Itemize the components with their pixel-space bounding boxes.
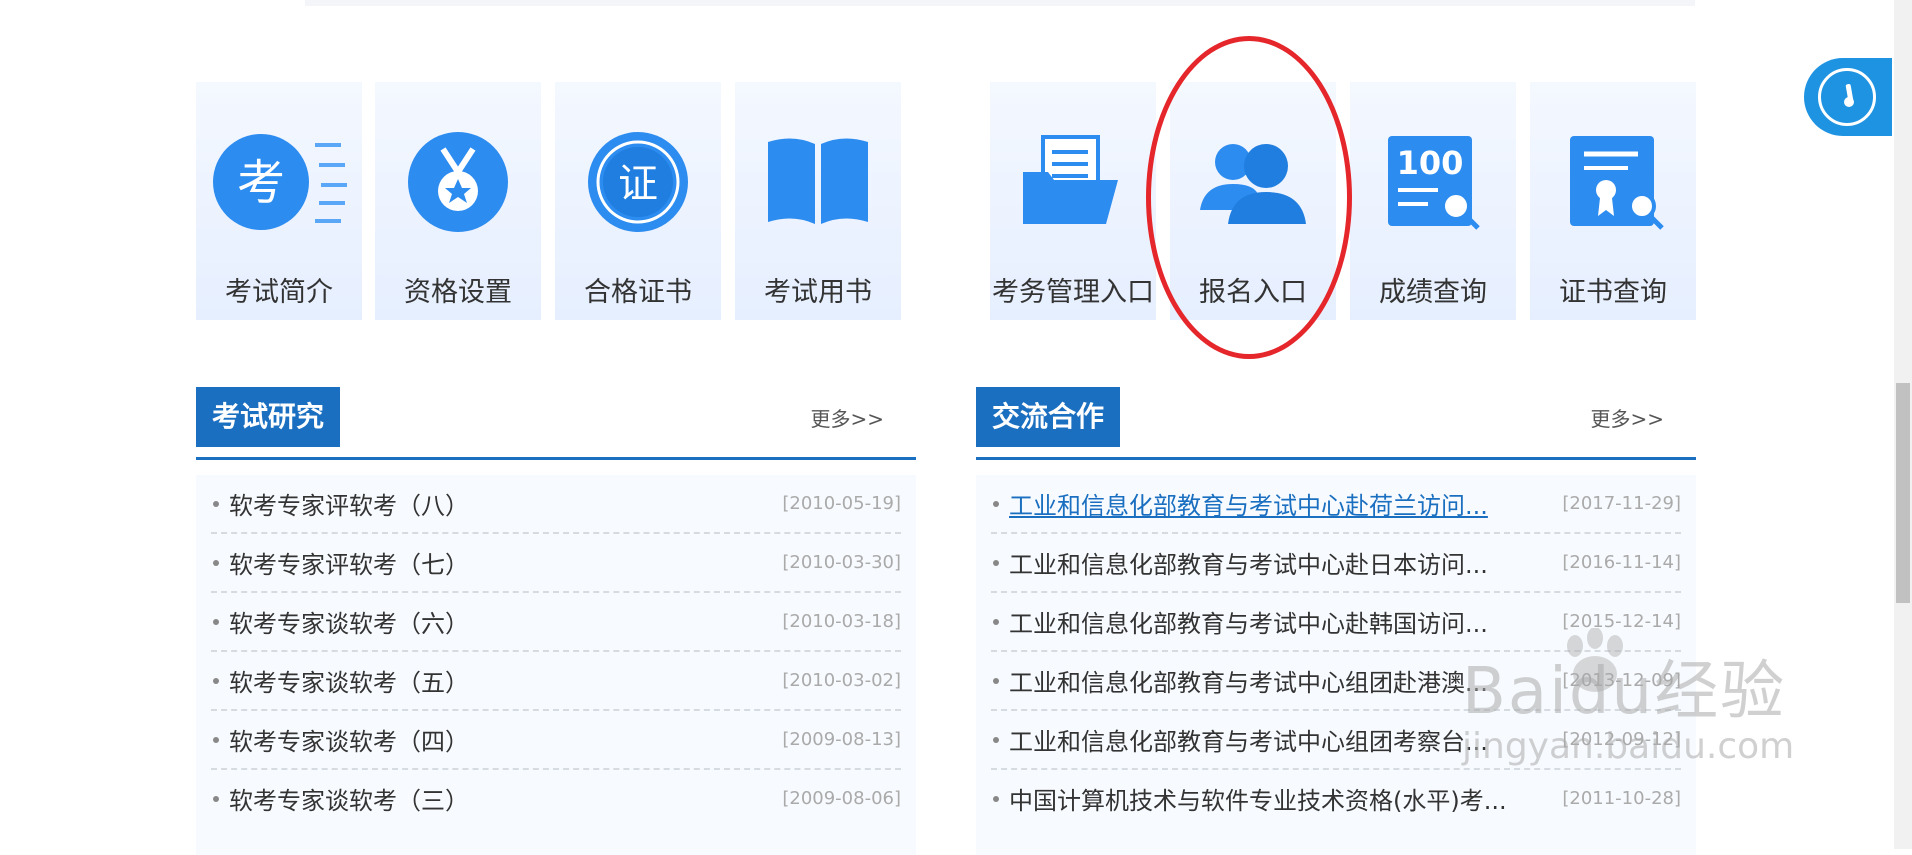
item-title[interactable]: 软考专家谈软考（三） <box>229 781 469 816</box>
item-title[interactable]: 工业和信息化部教育与考试中心赴荷兰访问... <box>1009 486 1488 521</box>
item-date: [2016-11-14] <box>1562 552 1681 573</box>
item-title[interactable]: 工业和信息化部教育与考试中心组团赴港澳... <box>1009 663 1488 698</box>
list-item[interactable]: 工业和信息化部教育与考试中心赴日本访问... [2016-11-14] <box>991 534 1681 593</box>
panel-title: 交流合作 <box>976 387 1121 447</box>
tile-certificate-query[interactable]: 证书查询 <box>1530 82 1696 320</box>
list-item[interactable]: 工业和信息化部教育与考试中心组团考察台... [2012-09-12] <box>991 711 1681 770</box>
timer-dot <box>1844 97 1854 107</box>
bullet-icon <box>213 559 219 566</box>
folder-documents-icon <box>990 127 1156 237</box>
tile-exam-management[interactable]: 考务管理入口 <box>990 82 1156 320</box>
item-title[interactable]: 工业和信息化部教育与考试中心组团考察台... <box>1009 722 1488 757</box>
exam-intro-icon: 考 <box>196 127 362 237</box>
item-title[interactable]: 工业和信息化部教育与考试中心赴韩国访问... <box>1009 604 1488 639</box>
book-icon <box>735 127 901 237</box>
item-title[interactable]: 软考专家谈软考（四） <box>229 722 469 757</box>
item-date: [2011-10-28] <box>1562 788 1681 809</box>
bullet-icon <box>993 677 999 684</box>
item-title[interactable]: 软考专家评软考（八） <box>229 486 469 521</box>
list-item[interactable]: 工业和信息化部教育与考试中心赴韩国访问... [2015-12-14] <box>991 593 1681 652</box>
bullet-icon <box>993 795 999 802</box>
panel-exchange-cooperation: 交流合作 更多>> 工业和信息化部教育与考试中心赴荷兰访问... [2017-11… <box>976 387 1696 855</box>
bullet-icon <box>213 500 219 507</box>
tile-qualification[interactable]: 资格设置 <box>375 82 541 320</box>
tile-registration[interactable]: 报名入口 <box>1170 82 1336 320</box>
list-item[interactable]: 工业和信息化部教育与考试中心组团赴港澳... [2013-12-09] <box>991 652 1681 711</box>
bullet-icon <box>213 677 219 684</box>
item-date: [2010-03-18] <box>782 611 901 632</box>
item-date: [2009-08-06] <box>782 788 901 809</box>
tile-label: 合格证书 <box>584 277 692 308</box>
item-date: [2015-12-14] <box>1562 611 1681 632</box>
scrollbar-thumb[interactable] <box>1896 383 1910 603</box>
exam-glyph: 考 <box>237 155 285 211</box>
bullet-icon <box>993 736 999 743</box>
more-link[interactable]: 更多>> <box>1590 403 1664 432</box>
panel-header: 考试研究 更多>> <box>196 387 916 460</box>
item-title[interactable]: 软考专家谈软考（六） <box>229 604 469 639</box>
tile-score-query[interactable]: 100 成绩查询 <box>1350 82 1516 320</box>
item-date: [2010-05-19] <box>782 493 901 514</box>
panel-header: 交流合作 更多>> <box>976 387 1696 460</box>
tile-label: 考试用书 <box>764 277 872 308</box>
item-date: [2013-12-09] <box>1562 670 1681 691</box>
score-glyph: 100 <box>1397 144 1464 182</box>
list-item[interactable]: 软考专家谈软考（六） [2010-03-18] <box>211 593 901 652</box>
tile-exam-books[interactable]: 考试用书 <box>735 82 901 320</box>
bullet-icon <box>213 795 219 802</box>
tile-label: 报名入口 <box>1199 277 1307 308</box>
article-list: 工业和信息化部教育与考试中心赴荷兰访问... [2017-11-29] 工业和信息… <box>976 475 1696 855</box>
bullet-icon <box>993 500 999 507</box>
medal-icon <box>375 127 541 237</box>
users-icon <box>1170 127 1336 237</box>
item-date: [2009-08-13] <box>782 729 901 750</box>
item-date: [2010-03-30] <box>782 552 901 573</box>
list-item[interactable]: 软考专家谈软考（三） [2009-08-06] <box>211 770 901 827</box>
timer-icon <box>1818 68 1876 126</box>
item-date: [2017-11-29] <box>1562 493 1681 514</box>
panel-title: 考试研究 <box>196 387 341 447</box>
bullet-icon <box>993 618 999 625</box>
panel-exam-research: 考试研究 更多>> 软考专家评软考（八） [2010-05-19] 软考专家评软考… <box>196 387 916 855</box>
list-item[interactable]: 软考专家评软考（八） [2010-05-19] <box>211 475 901 534</box>
more-link[interactable]: 更多>> <box>810 403 884 432</box>
item-date: [2010-03-02] <box>782 670 901 691</box>
item-title[interactable]: 工业和信息化部教育与考试中心赴日本访问... <box>1009 545 1488 580</box>
item-title[interactable]: 中国计算机技术与软件专业技术资格(水平)考... <box>1009 781 1507 816</box>
tile-label: 成绩查询 <box>1379 277 1487 308</box>
top-strip <box>305 0 1695 6</box>
list-item[interactable]: 软考专家评软考（七） [2010-03-30] <box>211 534 901 593</box>
tile-exam-intro[interactable]: 考 考试简介 <box>196 82 362 320</box>
list-item[interactable]: 中国计算机技术与软件专业技术资格(水平)考... [2011-10-28] <box>991 770 1681 827</box>
tile-label: 证书查询 <box>1559 277 1667 308</box>
item-title[interactable]: 软考专家谈软考（五） <box>229 663 469 698</box>
score-search-icon: 100 <box>1350 127 1516 237</box>
bullet-icon <box>213 736 219 743</box>
certificate-seal-icon: 证 <box>555 127 721 237</box>
item-title[interactable]: 软考专家评软考（七） <box>229 545 469 580</box>
bullet-icon <box>993 559 999 566</box>
tile-label: 考试简介 <box>225 277 333 308</box>
list-item[interactable]: 软考专家谈软考（四） [2009-08-13] <box>211 711 901 770</box>
tile-label: 资格设置 <box>404 277 512 308</box>
tile-certificate[interactable]: 证 合格证书 <box>555 82 721 320</box>
article-list: 软考专家评软考（八） [2010-05-19] 软考专家评软考（七） [2010-0… <box>196 475 916 855</box>
bullet-icon <box>213 618 219 625</box>
certificate-search-icon <box>1530 127 1696 237</box>
list-item[interactable]: 软考专家谈软考（五） [2010-03-02] <box>211 652 901 711</box>
tile-label: 考务管理入口 <box>992 277 1154 308</box>
floating-timer-button[interactable] <box>1804 58 1892 136</box>
item-date: [2012-09-12] <box>1562 729 1681 750</box>
list-item[interactable]: 工业和信息化部教育与考试中心赴荷兰访问... [2017-11-29] <box>991 475 1681 534</box>
cert-glyph: 证 <box>618 161 658 207</box>
